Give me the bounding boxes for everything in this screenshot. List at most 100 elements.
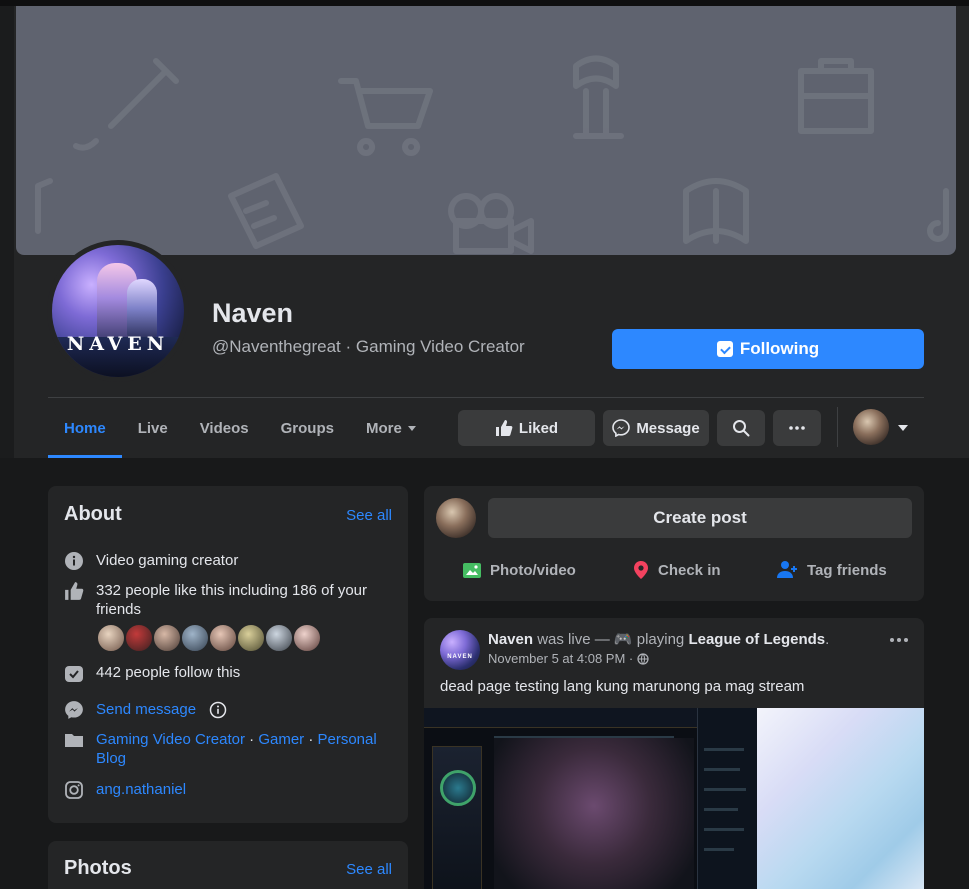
- about-category: Video gaming creator: [96, 552, 239, 569]
- search-button[interactable]: [717, 410, 765, 446]
- check-in-label: Check in: [658, 561, 721, 579]
- post-activity-end: .: [825, 631, 830, 648]
- about-follows: 442 people follow this: [96, 664, 241, 681]
- chevron-down-icon: [407, 425, 416, 431]
- page-name: Naven: [212, 298, 294, 328]
- following-button[interactable]: Following: [612, 329, 924, 369]
- game-champion-art: [494, 738, 694, 889]
- category-link[interactable]: Gaming Video Creator: [96, 731, 245, 748]
- check-in-button[interactable]: Check in: [632, 556, 721, 584]
- about-send-message-row: Send message: [64, 700, 228, 720]
- tab-live[interactable]: Live: [122, 398, 184, 458]
- friend-avatar[interactable]: [124, 623, 154, 653]
- friend-entry: [704, 788, 746, 791]
- friend-entry: [704, 848, 734, 851]
- tab-live-label: Live: [137, 419, 168, 437]
- cover-pattern: [35, 55, 949, 254]
- following-label: Following: [739, 339, 820, 358]
- tab-videos[interactable]: Videos: [184, 398, 265, 458]
- message-button[interactable]: Message: [603, 410, 709, 446]
- photos-see-all-link[interactable]: See all: [346, 861, 392, 878]
- photo-video-button[interactable]: Photo/video: [462, 556, 576, 584]
- friend-avatar[interactable]: [264, 623, 294, 653]
- friend-avatar[interactable]: [180, 623, 210, 653]
- page-subtitle: @Naventhegreat · Gaming Video Creator: [212, 337, 525, 356]
- profile-avatar[interactable]: NAVEN: [47, 240, 189, 382]
- acting-as-avatar[interactable]: [853, 409, 889, 445]
- folder-icon: [64, 730, 84, 750]
- photo-icon: [463, 563, 481, 578]
- ellipsis-icon: [789, 426, 805, 430]
- about-title: About: [64, 503, 122, 525]
- info-outline-icon[interactable]: [208, 700, 228, 720]
- post-image-art[interactable]: [757, 708, 924, 889]
- about-instagram-row: ang.nathaniel: [64, 780, 186, 800]
- friend-avatar[interactable]: [152, 623, 182, 653]
- instagram-icon: [64, 780, 84, 800]
- about-follows-row: 442 people follow this: [64, 663, 240, 683]
- avatar-logo-text: NAVEN: [66, 333, 170, 355]
- tag-friends-button[interactable]: Tag friends: [777, 556, 887, 584]
- search-icon: [733, 420, 750, 437]
- composer-avatar[interactable]: [436, 498, 476, 538]
- create-post-button[interactable]: Create post: [488, 498, 912, 538]
- tab-home-label: Home: [64, 419, 106, 437]
- post-header: Naven was live — 🎮 playing League of Leg…: [488, 630, 829, 648]
- category-link[interactable]: Gamer: [258, 731, 304, 748]
- cover-photo[interactable]: [16, 6, 956, 255]
- friend-entry: [704, 828, 744, 831]
- friend-entry: [704, 808, 738, 811]
- map-pin-icon: [634, 561, 648, 579]
- post-options-ellipsis-icon[interactable]: [890, 638, 908, 642]
- profile-tabs: Home Live Videos Groups More: [48, 398, 432, 458]
- tab-more[interactable]: More: [350, 398, 432, 458]
- post-image-game[interactable]: [424, 708, 757, 889]
- friend-avatar[interactable]: [236, 623, 266, 653]
- tab-more-label: More: [365, 419, 402, 437]
- avatar-figure-secondary: [127, 279, 157, 339]
- game-level-ring: [440, 770, 476, 806]
- friend-entry: [704, 768, 740, 771]
- about-likes-row: 332 people like this including 186 of yo…: [64, 581, 394, 619]
- about-likes[interactable]: 332 people like this including 186 of yo…: [96, 581, 394, 619]
- post-text: dead page testing lang kung marunong pa …: [440, 678, 805, 695]
- post-game-link[interactable]: League of Legends: [688, 631, 825, 648]
- left-edge: [0, 6, 14, 458]
- game-side-panel: [432, 746, 482, 889]
- friend-avatar[interactable]: [208, 623, 238, 653]
- thumbs-up-icon: [495, 420, 513, 436]
- game-friends-list: [697, 708, 757, 889]
- following-check-icon: [716, 341, 733, 357]
- friend-avatar[interactable]: [292, 623, 322, 653]
- messenger-icon: [612, 419, 631, 437]
- post-meta: November 5 at 4:08 PM ·: [488, 651, 649, 666]
- create-post-card: Create post Photo/video Check in Tag fri…: [424, 486, 924, 601]
- post-card: NAVEN Naven was live — 🎮 playing League …: [424, 618, 924, 889]
- friend-avatar[interactable]: [96, 623, 126, 653]
- globe-icon: [637, 652, 649, 665]
- post-activity: was live — 🎮 playing: [537, 631, 685, 648]
- post-avatar-logo: NAVEN: [447, 654, 473, 660]
- create-post-label: Create post: [653, 508, 747, 527]
- follow-check-icon: [64, 663, 84, 683]
- message-label: Message: [636, 419, 700, 437]
- photos-title: Photos: [64, 857, 132, 879]
- about-categories-row: Gaming Video Creator · Gamer · Personal …: [64, 730, 394, 768]
- liked-button[interactable]: Liked: [458, 410, 595, 446]
- liked-label: Liked: [518, 419, 559, 437]
- account-switch-caret-icon[interactable]: [898, 425, 908, 431]
- post-author-avatar[interactable]: NAVEN: [440, 630, 480, 670]
- instagram-link[interactable]: ang.nathaniel: [96, 780, 186, 800]
- about-see-all-link[interactable]: See all: [346, 507, 392, 524]
- about-card: About See all Video gaming creator 332 p…: [48, 486, 408, 823]
- tab-groups[interactable]: Groups: [265, 398, 350, 458]
- post-author-link[interactable]: Naven: [488, 631, 533, 648]
- more-options-button[interactable]: [773, 410, 821, 446]
- friend-avatars[interactable]: [96, 623, 322, 653]
- about-category-row: Video gaming creator: [64, 551, 238, 571]
- thumbs-up-icon: [64, 581, 84, 601]
- tag-friends-icon: [777, 561, 797, 578]
- post-timestamp[interactable]: November 5 at 4:08 PM ·: [488, 651, 633, 666]
- send-message-link[interactable]: Send message: [96, 700, 196, 720]
- tab-home[interactable]: Home: [48, 398, 122, 458]
